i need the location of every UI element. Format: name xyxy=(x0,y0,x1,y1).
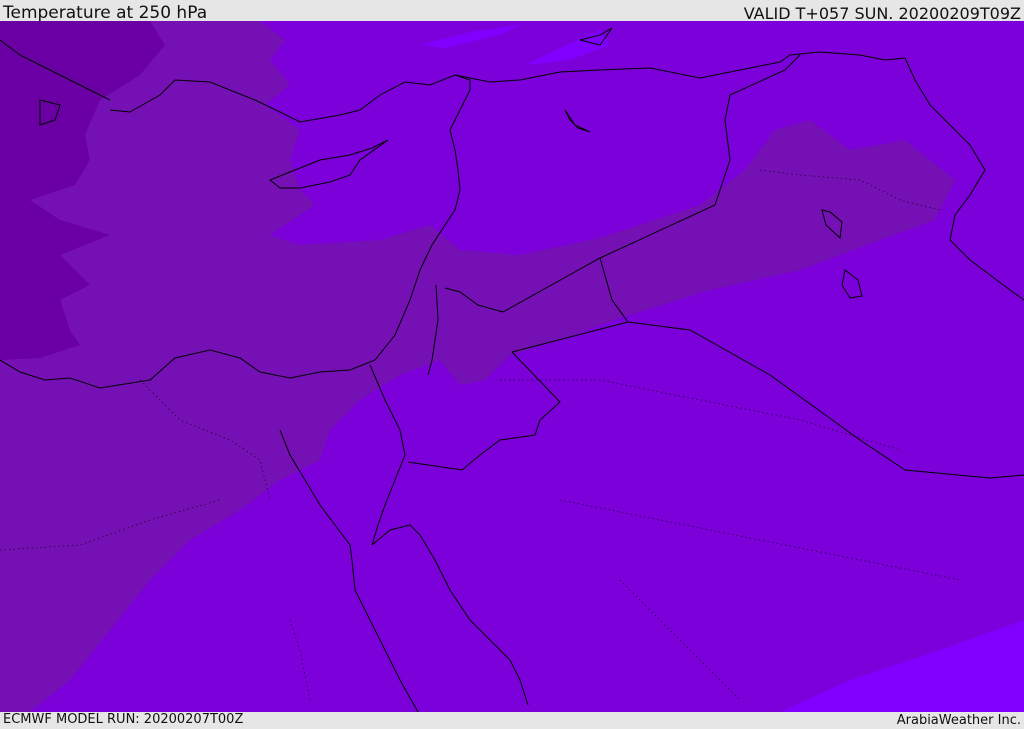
credit: ArabiaWeather Inc. xyxy=(896,713,1021,728)
footer-bar: ECMWF MODEL RUN: 20200207T00Z ArabiaWeat… xyxy=(0,712,1024,729)
map-title: Temperature at 250 hPa xyxy=(3,3,208,23)
model-run: ECMWF MODEL RUN: 20200207T00Z xyxy=(3,712,244,727)
temperature-map[interactable] xyxy=(0,21,1024,712)
header-bar: Temperature at 250 hPa VALID T+057 SUN. … xyxy=(0,0,1024,23)
